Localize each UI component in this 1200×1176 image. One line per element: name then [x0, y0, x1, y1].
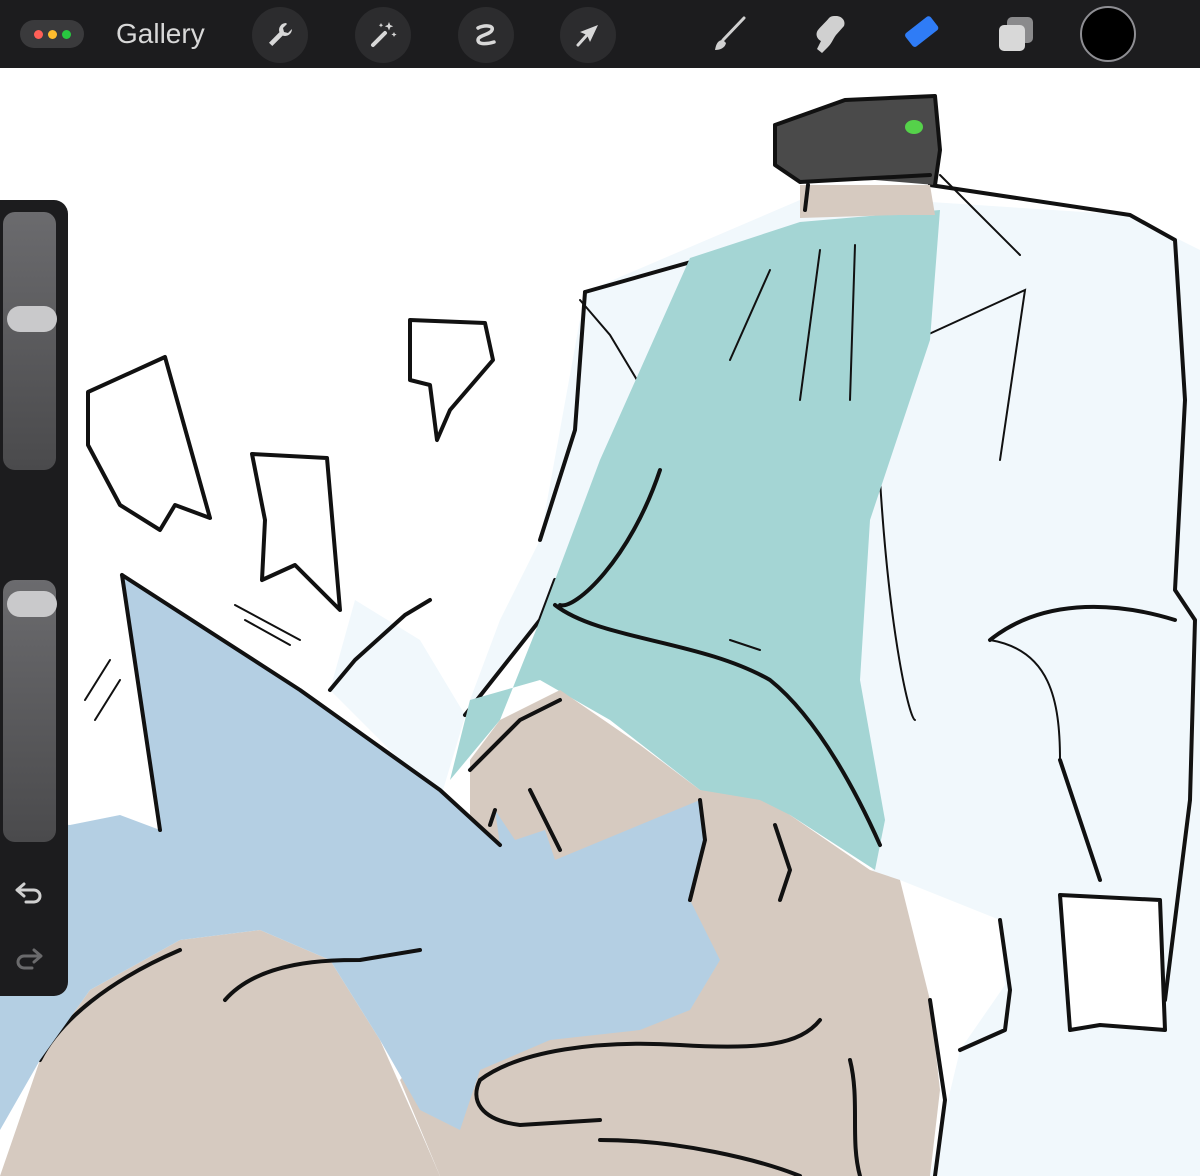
window-dot-red[interactable]: [33, 29, 43, 39]
adjustments-button[interactable]: [355, 7, 411, 63]
drawing-canvas[interactable]: [0, 68, 1200, 1176]
undo-icon: [15, 882, 42, 904]
layers-button[interactable]: [990, 10, 1042, 58]
actions-button[interactable]: [252, 7, 308, 63]
color-swatch[interactable]: [1080, 6, 1136, 62]
opacity-thumb[interactable]: [7, 590, 57, 617]
wrench-icon: [269, 23, 292, 46]
window-controls[interactable]: [20, 20, 84, 48]
brush-size-slider[interactable]: [3, 212, 57, 470]
transform-button[interactable]: [560, 7, 616, 63]
smudge-icon: [816, 16, 845, 53]
selection-button[interactable]: [458, 7, 514, 63]
smudge-tool-button[interactable]: [802, 10, 854, 58]
left-sidebar: [0, 200, 68, 996]
brush-tool-button[interactable]: [703, 10, 755, 58]
transform-arrow-icon: [576, 25, 598, 47]
window-dot-green[interactable]: [61, 29, 71, 39]
eraser-tool-button[interactable]: [895, 10, 947, 58]
top-toolbar: Gallery: [0, 0, 1200, 68]
layers-icon: [999, 17, 1033, 51]
brush-icon: [715, 16, 746, 50]
opacity-slider[interactable]: [3, 580, 57, 842]
redo-icon: [16, 948, 43, 970]
selection-icon: [476, 24, 496, 46]
redo-button[interactable]: [10, 942, 48, 976]
brush-size-thumb[interactable]: [7, 305, 57, 332]
undo-button[interactable]: [10, 876, 48, 910]
gallery-button[interactable]: Gallery: [116, 14, 205, 54]
window-dot-yellow[interactable]: [47, 29, 57, 39]
magic-wand-icon: [371, 22, 397, 47]
eraser-icon: [905, 16, 939, 47]
